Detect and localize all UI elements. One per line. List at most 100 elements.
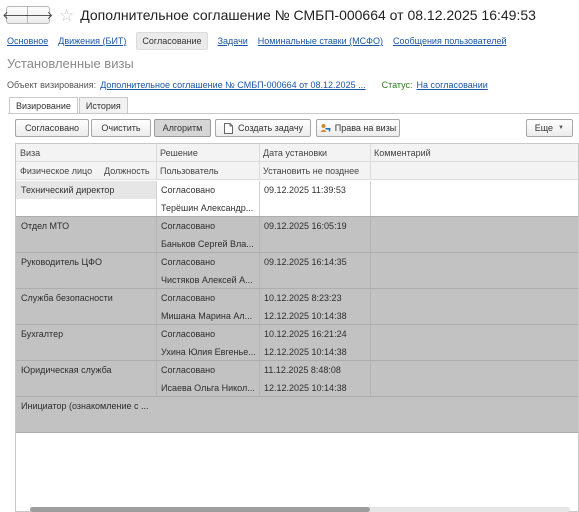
- section-approval[interactable]: Согласование: [136, 32, 208, 50]
- row-role: Руководитель ЦФО: [21, 257, 102, 267]
- create-task-label: Создать задачу: [237, 123, 304, 133]
- row-decision: Согласовано: [161, 365, 216, 375]
- row-user: Баньков Сергей Вла...: [161, 239, 254, 249]
- row-user: Исаева Ольга Никол...: [161, 383, 255, 393]
- row-decision: Согласовано: [161, 293, 216, 303]
- visa-rights-button[interactable]: Права на визы: [316, 119, 400, 137]
- header-divider: [259, 162, 260, 180]
- section-messages[interactable]: Сообщения пользователей: [393, 36, 507, 46]
- row-date: 10.12.2025 16:21:24: [264, 329, 347, 339]
- row-divider: [156, 181, 157, 217]
- section-movements[interactable]: Движения (БИТ): [58, 36, 126, 46]
- row-decision: Согласовано: [161, 185, 216, 195]
- row-divider: [370, 181, 371, 217]
- row-deadline: [259, 235, 370, 253]
- document-icon: [223, 122, 234, 134]
- table-row[interactable]: Руководитель ЦФО Согласовано 09.12.2025 …: [16, 253, 578, 289]
- row-date: 09.12.2025 11:39:53: [264, 185, 346, 195]
- row-divider: [259, 325, 260, 361]
- scrollbar-thumb[interactable]: [30, 507, 370, 512]
- row-divider: [156, 217, 157, 253]
- row-divider: [370, 289, 371, 325]
- sections-bar: Основное Движения (БИТ) Согласование Зад…: [7, 32, 516, 50]
- header-divider: [370, 162, 371, 180]
- forward-button[interactable]: 🡒: [24, 6, 53, 24]
- table-row[interactable]: Юридическая служба Согласовано 11.12.202…: [16, 361, 578, 397]
- toolbar: Согласовано Очистить Алгоритм Создать за…: [8, 119, 579, 139]
- row-role: Отдел МТО: [21, 221, 70, 231]
- tab-history[interactable]: История: [78, 97, 128, 113]
- approved-button-label: Согласовано: [24, 123, 80, 133]
- row-divider: [370, 361, 371, 397]
- table-row[interactable]: Служба безопасности Согласовано 10.12.20…: [16, 289, 578, 325]
- object-label: Объект визирования:: [7, 80, 97, 90]
- approved-button[interactable]: Согласовано: [15, 119, 89, 137]
- row-user: Чистяков Алексей А...: [161, 275, 253, 285]
- horizontal-scrollbar[interactable]: [30, 507, 570, 512]
- header-divider: [156, 162, 157, 180]
- page-subheading: Установленные визы: [7, 56, 134, 71]
- row-divider: [259, 217, 260, 253]
- table-header-row-2: Физическое лицо Должность Пользователь У…: [16, 162, 578, 180]
- row-deadline: [259, 415, 370, 433]
- row-user: Терёшин Александр...: [161, 203, 254, 213]
- section-main[interactable]: Основное: [7, 36, 48, 46]
- row-divider: [156, 289, 157, 325]
- header-visa[interactable]: Виза: [16, 144, 156, 162]
- header-divider: [156, 144, 157, 162]
- create-task-button[interactable]: Создать задачу: [215, 119, 311, 137]
- header-date[interactable]: Дата установки: [259, 144, 370, 162]
- status-link[interactable]: На согласовании: [417, 80, 488, 90]
- row-date: 10.12.2025 8:23:23: [264, 293, 342, 303]
- row-divider: [156, 361, 157, 397]
- row-role: Бухгалтер: [21, 329, 64, 339]
- visa-rights-label: Права на визы: [334, 123, 397, 133]
- header-comment[interactable]: Комментарий: [370, 144, 578, 162]
- tab-approvals[interactable]: Визирование: [9, 97, 78, 113]
- row-deadline: 12.12.2025 10:14:38: [264, 383, 347, 393]
- row-user: Мишана Марина Ал...: [161, 311, 253, 321]
- status-label: Статус:: [381, 80, 413, 90]
- row-date: 09.12.2025 16:05:19: [264, 221, 347, 231]
- section-tasks[interactable]: Задачи: [218, 36, 248, 46]
- algorithm-button-label: Алгоритм: [162, 123, 203, 133]
- more-button[interactable]: Еще ▼: [525, 119, 573, 137]
- table-row[interactable]: Бухгалтер Согласовано 10.12.2025 16:21:2…: [16, 325, 578, 361]
- row-decision: Согласовано: [161, 257, 216, 267]
- object-link[interactable]: Дополнительное соглашение № СМБП-000664 …: [100, 80, 365, 90]
- window-title: Дополнительное соглашение № СМБП-000664 …: [80, 7, 536, 23]
- table-row[interactable]: Инициатор (ознакомление с ...: [16, 397, 578, 433]
- clear-button-label: Очистить: [101, 123, 141, 133]
- header-divider: [370, 144, 371, 162]
- more-button-label: Еще: [534, 123, 554, 133]
- header-deadline[interactable]: Установить не позднее: [259, 162, 370, 180]
- table-row[interactable]: Технический директор Согласовано 09.12.2…: [16, 181, 578, 217]
- arrow-right-icon: 🡒: [23, 10, 54, 22]
- visas-table[interactable]: Виза Решение Дата установки Комментарий …: [15, 143, 579, 512]
- header-position[interactable]: Должность: [100, 162, 156, 180]
- row-deadline: 12.12.2025 10:14:38: [264, 347, 347, 357]
- header-person[interactable]: Физическое лицо: [16, 162, 100, 180]
- row-divider: [370, 253, 371, 289]
- star-icon[interactable]: ☆: [59, 7, 74, 24]
- row-divider: [370, 217, 371, 253]
- section-rates[interactable]: Номинальные ставки (МСФО): [258, 36, 383, 46]
- row-divider: [156, 325, 157, 361]
- row-separator: [16, 432, 578, 433]
- row-user: Ухина Юлия Евгенье...: [161, 347, 256, 357]
- header-divider: [259, 144, 260, 162]
- header-user[interactable]: Пользователь: [156, 162, 259, 180]
- algorithm-button[interactable]: Алгоритм: [154, 119, 211, 137]
- row-user: [156, 415, 259, 433]
- row-date: 11.12.2025 8:48:08: [264, 365, 341, 375]
- row-decision: [156, 397, 259, 415]
- row-deadline: [259, 271, 370, 289]
- caret-down-icon: ▼: [558, 125, 564, 131]
- table-row[interactable]: Отдел МТО Согласовано 09.12.2025 16:05:1…: [16, 217, 578, 253]
- row-date: [259, 397, 370, 415]
- row-deadline: [259, 199, 370, 217]
- header-decision[interactable]: Решение: [156, 144, 259, 162]
- clear-button[interactable]: Очистить: [91, 119, 151, 137]
- row-divider: [259, 289, 260, 325]
- row-divider: [259, 181, 260, 217]
